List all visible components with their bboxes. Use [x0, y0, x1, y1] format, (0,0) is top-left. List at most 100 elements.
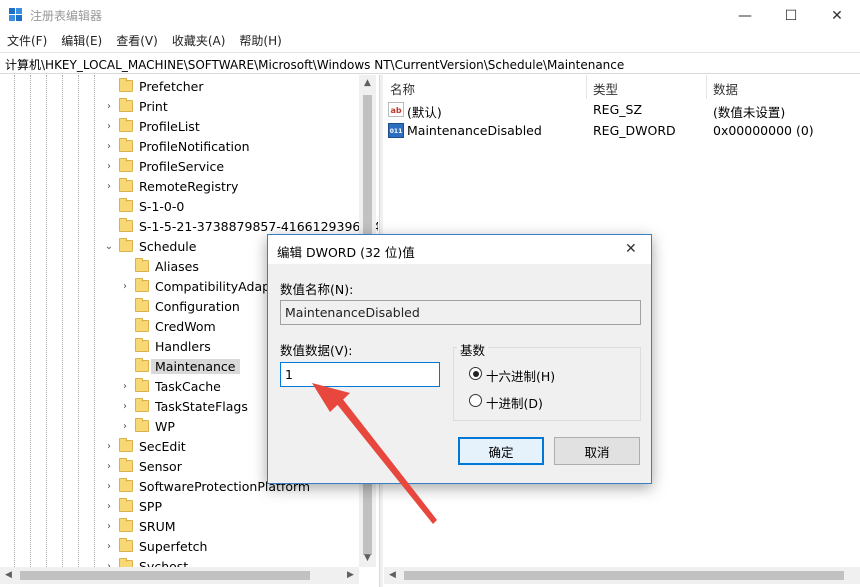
tree-item-label[interactable]: CompatibilityAdapt	[155, 279, 275, 294]
chevron-right-icon[interactable]: ›	[103, 180, 115, 194]
menu-file[interactable]: 文件(F)	[0, 31, 54, 51]
table-row[interactable]: ab (默认) REG_SZ (数值未设置)	[384, 99, 860, 121]
tree-item-label[interactable]: Prefetcher	[139, 79, 204, 94]
column-header-type[interactable]: 类型	[593, 79, 618, 98]
minimize-icon: —	[738, 7, 752, 24]
tree-horizontal-scrollbar[interactable]: ◀ ▶	[0, 567, 359, 584]
tree-item-label[interactable]: CredWom	[155, 319, 216, 334]
tree-item-label[interactable]: ProfileService	[139, 159, 224, 174]
tree-item-label[interactable]: Handlers	[155, 339, 211, 354]
tree-item-label[interactable]: Print	[139, 99, 168, 114]
menu-favorites[interactable]: 收藏夹(A)	[165, 31, 233, 51]
chevron-right-icon	[119, 300, 131, 314]
tree-item[interactable]: › Print	[0, 97, 360, 117]
chevron-right-icon[interactable]: ›	[103, 460, 115, 474]
tree-item-label[interactable]: SRUM	[139, 519, 176, 534]
table-row[interactable]: 011 MaintenanceDisabled REG_DWORD 0x0000…	[384, 120, 860, 142]
ok-button[interactable]: 确定	[458, 437, 544, 465]
close-icon: ✕	[831, 7, 843, 24]
tree-item-label[interactable]: Superfetch	[139, 539, 207, 554]
tree-item-label[interactable]: Maintenance	[151, 359, 240, 374]
tree-item-label[interactable]: TaskCache	[155, 379, 221, 394]
chevron-right-icon[interactable]: ›	[103, 480, 115, 494]
close-button[interactable]: ✕	[814, 0, 860, 31]
dialog-close-icon[interactable]: ✕	[625, 241, 637, 257]
tree-item[interactable]: › SPP	[0, 497, 360, 517]
chevron-right-icon[interactable]: ›	[119, 280, 131, 294]
folder-icon	[135, 398, 149, 412]
radio-dec-label[interactable]: 十进制(D)	[486, 393, 543, 412]
chevron-right-icon[interactable]: ›	[119, 380, 131, 394]
chevron-right-icon[interactable]: ›	[103, 500, 115, 514]
folder-icon	[119, 118, 133, 132]
chevron-right-icon[interactable]: ›	[103, 140, 115, 154]
menu-view[interactable]: 查看(V)	[109, 31, 165, 51]
radio-hex-label[interactable]: 十六进制(H)	[486, 366, 555, 385]
value-data-input[interactable]	[280, 362, 440, 387]
chevron-right-icon[interactable]: ›	[119, 400, 131, 414]
radio-decimal[interactable]: 十进制(D)	[469, 392, 629, 412]
tree-item-label[interactable]: S-1-0-0	[139, 199, 184, 214]
chevron-right-icon[interactable]: ›	[119, 420, 131, 434]
tree-item[interactable]: › ProfileList	[0, 117, 360, 137]
scroll-left-icon[interactable]: ◀	[0, 567, 17, 584]
tree-item-label[interactable]: Schedule	[139, 239, 196, 254]
tree-item[interactable]: › RemoteRegistry	[0, 177, 360, 197]
tree-item[interactable]: › ProfileNotification	[0, 137, 360, 157]
registry-editor-icon	[9, 8, 22, 21]
tree-item[interactable]: Prefetcher	[0, 77, 360, 97]
chevron-right-icon	[119, 360, 131, 374]
value-type: REG_SZ	[593, 102, 643, 117]
value-name-field[interactable]	[280, 300, 641, 325]
folder-icon	[135, 278, 149, 292]
tree-item-label[interactable]: SPP	[139, 499, 162, 514]
window-title: 注册表编辑器	[30, 9, 103, 23]
list-header: 名称 类型 数据	[384, 75, 860, 99]
address-path[interactable]: 计算机\HKEY_LOCAL_MACHINE\SOFTWARE\Microsof…	[5, 56, 624, 73]
column-divider[interactable]	[706, 75, 707, 99]
chevron-right-icon[interactable]: ›	[103, 160, 115, 174]
scroll-right-icon[interactable]: ▶	[342, 567, 359, 584]
minimize-button[interactable]: —	[722, 0, 768, 31]
tree-item-label[interactable]: Aliases	[155, 259, 199, 274]
radio-hexadecimal[interactable]: 十六进制(H)	[469, 365, 629, 385]
menu-help[interactable]: 帮助(H)	[232, 31, 288, 51]
column-divider[interactable]	[586, 75, 587, 99]
tree-item-label[interactable]: SecEdit	[139, 439, 186, 454]
address-bar[interactable]: 计算机\HKEY_LOCAL_MACHINE\SOFTWARE\Microsof…	[0, 52, 860, 74]
cancel-button[interactable]: 取消	[554, 437, 640, 465]
scroll-up-icon[interactable]: ▲	[359, 75, 376, 92]
scroll-thumb[interactable]	[404, 571, 844, 580]
tree-item[interactable]: › Superfetch	[0, 537, 360, 557]
tree-item-label[interactable]: TaskStateFlags	[155, 399, 248, 414]
tree-item-label[interactable]: ProfileNotification	[139, 139, 250, 154]
value-data: 0x00000000 (0)	[713, 123, 814, 138]
chevron-right-icon[interactable]: ›	[103, 440, 115, 454]
tree-item[interactable]: S-1-0-0	[0, 197, 360, 217]
chevron-right-icon[interactable]: ›	[103, 100, 115, 114]
column-header-data[interactable]: 数据	[713, 79, 738, 98]
tree-item-label[interactable]: ProfileList	[139, 119, 200, 134]
chevron-right-icon[interactable]: ›	[103, 540, 115, 554]
tree-item-label[interactable]: S-1-5-21-3738879857-4166129396-14	[139, 219, 378, 234]
maximize-button[interactable]: ☐	[768, 0, 814, 31]
folder-icon	[135, 258, 149, 272]
tree-item-label[interactable]: Configuration	[155, 299, 240, 314]
radio-selected-icon[interactable]	[469, 367, 482, 380]
chevron-right-icon[interactable]: ›	[103, 520, 115, 534]
chevron-right-icon[interactable]: ›	[103, 120, 115, 134]
menu-edit[interactable]: 编辑(E)	[54, 31, 109, 51]
scroll-thumb[interactable]	[20, 571, 310, 580]
radio-unselected-icon[interactable]	[469, 394, 482, 407]
scroll-left-icon[interactable]: ◀	[384, 567, 401, 584]
column-header-name[interactable]: 名称	[390, 79, 415, 98]
scroll-down-icon[interactable]: ▼	[359, 550, 376, 567]
tree-item-label[interactable]: RemoteRegistry	[139, 179, 238, 194]
tree-item-label[interactable]: WP	[155, 419, 175, 434]
chevron-down-icon[interactable]: ⌄	[103, 240, 115, 254]
tree-item-label[interactable]: Sensor	[139, 459, 182, 474]
tree-item[interactable]: › SRUM	[0, 517, 360, 537]
tree-item[interactable]: › ProfileService	[0, 157, 360, 177]
chevron-right-icon	[103, 80, 115, 94]
list-horizontal-scrollbar[interactable]: ◀	[384, 567, 860, 584]
